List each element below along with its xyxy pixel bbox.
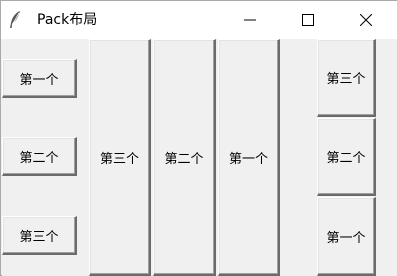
window-title: Pack布局	[37, 12, 98, 28]
minimize-icon	[244, 14, 256, 26]
left-button-3[interactable]: 第三个	[2, 216, 77, 255]
tall-button-1[interactable]: 第一个	[218, 39, 280, 276]
right-button-2[interactable]: 第二个	[317, 118, 376, 196]
app-window: Pack布局 第一个 第二个 第三个 第三个 第二个 第一个 第三个 第二个 第	[0, 0, 397, 276]
close-button[interactable]	[343, 1, 389, 39]
tall-button-2[interactable]: 第二个	[153, 39, 216, 276]
tall-button-3[interactable]: 第三个	[89, 39, 151, 276]
right-button-1[interactable]: 第一个	[317, 197, 376, 276]
feather-icon	[7, 10, 23, 30]
maximize-icon	[302, 14, 314, 26]
right-button-3[interactable]: 第三个	[317, 39, 376, 117]
close-icon	[360, 14, 372, 26]
left-button-2[interactable]: 第二个	[2, 137, 77, 176]
left-button-1[interactable]: 第一个	[2, 59, 77, 98]
client-area: 第一个 第二个 第三个 第三个 第二个 第一个 第三个 第二个 第一个	[2, 39, 397, 276]
maximize-button[interactable]	[285, 1, 331, 39]
minimize-button[interactable]	[227, 1, 273, 39]
title-bar[interactable]: Pack布局	[1, 1, 397, 39]
